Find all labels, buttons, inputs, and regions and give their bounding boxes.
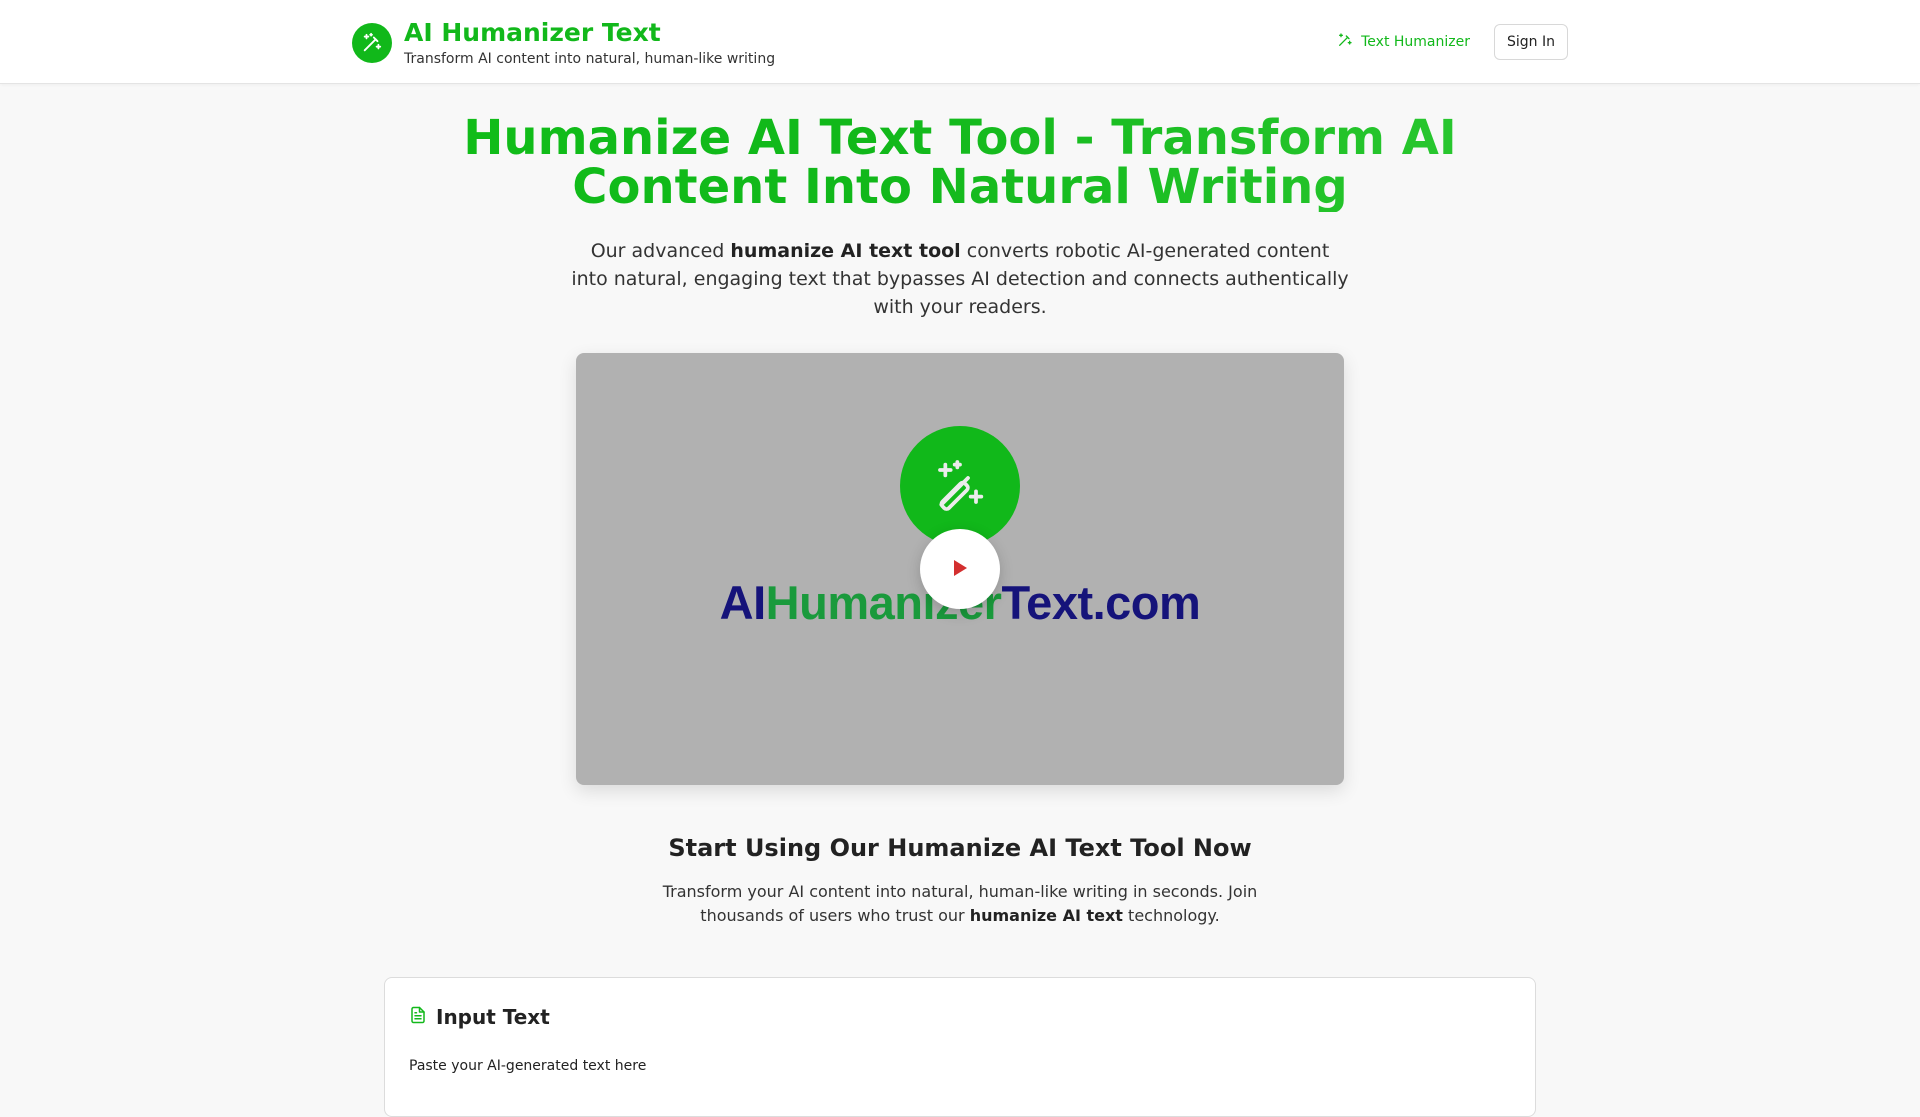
hero-desc-bold: humanize AI text tool [730, 240, 961, 262]
input-card-header: Input Text [409, 1005, 550, 1029]
sign-in-button[interactable]: Sign In [1494, 24, 1568, 60]
start-desc-bold: humanize AI text [969, 906, 1123, 925]
play-button[interactable] [920, 529, 1000, 609]
magic-wand-icon [1337, 32, 1361, 52]
input-text-label: Paste your AI-generated text here [409, 1058, 647, 1074]
start-section-description: Transform your AI content into natural, … [640, 880, 1280, 928]
hero-desc-pre: Our advanced [590, 240, 731, 262]
video-brand-part-3: Text.com [1001, 576, 1201, 629]
magic-wand-icon [352, 23, 392, 63]
site-tagline: Transform AI content into natural, human… [404, 51, 776, 67]
nav-link-label: Text Humanizer [1361, 34, 1470, 50]
hero-title: Humanize AI Text Tool - Transform AI Con… [0, 114, 1920, 212]
input-card-title: Input Text [436, 1005, 550, 1029]
video-brand-part-1: AI [719, 576, 767, 629]
brand[interactable]: AI Humanizer Text Transform AI content i… [352, 18, 775, 68]
intro-video[interactable]: AIHumanizerText.com [576, 353, 1344, 785]
start-section-title: Start Using Our Humanize AI Text Tool No… [668, 834, 1252, 862]
nav-link-text-humanizer[interactable]: Text Humanizer [1337, 32, 1470, 52]
hero-title-line-1: Humanize AI Text Tool - Transform AI [463, 110, 1457, 166]
site-title: AI Humanizer Text [404, 18, 661, 47]
input-text-card: Input Text Paste your AI-generated text … [384, 977, 1536, 1117]
magic-wand-icon [900, 426, 1020, 546]
play-icon [950, 557, 970, 582]
top-nav: Text Humanizer Sign In [1337, 24, 1568, 60]
hero-description: Our advanced humanize AI text tool conve… [570, 237, 1350, 321]
site-header: AI Humanizer Text Transform AI content i… [0, 0, 1920, 84]
start-desc-post: technology. [1122, 906, 1220, 925]
document-icon [409, 1005, 436, 1029]
hero-title-line-2: Content Into Natural Writing [572, 159, 1348, 215]
